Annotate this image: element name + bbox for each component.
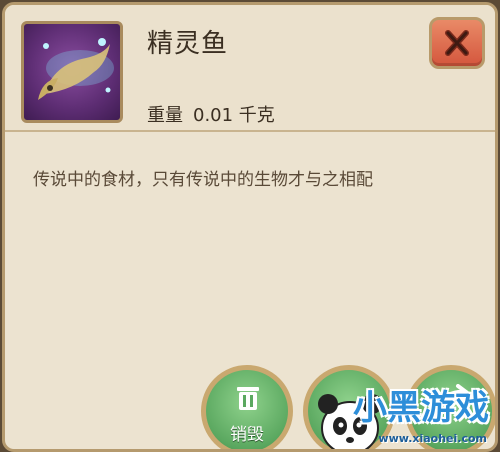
close-button[interactable] [429,17,485,69]
destroy-button[interactable]: 销毁 [201,365,293,449]
watermark-text: 小黑游戏 [353,388,489,428]
watermark-url: www.xiaohei.com [378,432,487,445]
weight-label: 重量 [147,105,183,126]
weight-value: 0.01 千克 [193,105,275,126]
item-description: 传说中的食材，只有传说中的生物才与之相配 [33,170,373,190]
close-icon [445,30,469,56]
item-icon-frame [21,21,123,123]
item-header: 精灵鱼 重量 0.01 千克 [5,5,495,132]
fairy-fish-icon [38,38,114,100]
destroy-label: 销毁 [230,425,264,445]
item-weight: 重量 0.01 千克 [147,101,285,127]
item-detail-panel: 精灵鱼 重量 0.01 千克 传说中的食材，只有传说中的生物才与之相配 销毁 小… [2,2,498,452]
item-name: 精灵鱼 [147,29,229,59]
trash-icon [237,387,259,410]
